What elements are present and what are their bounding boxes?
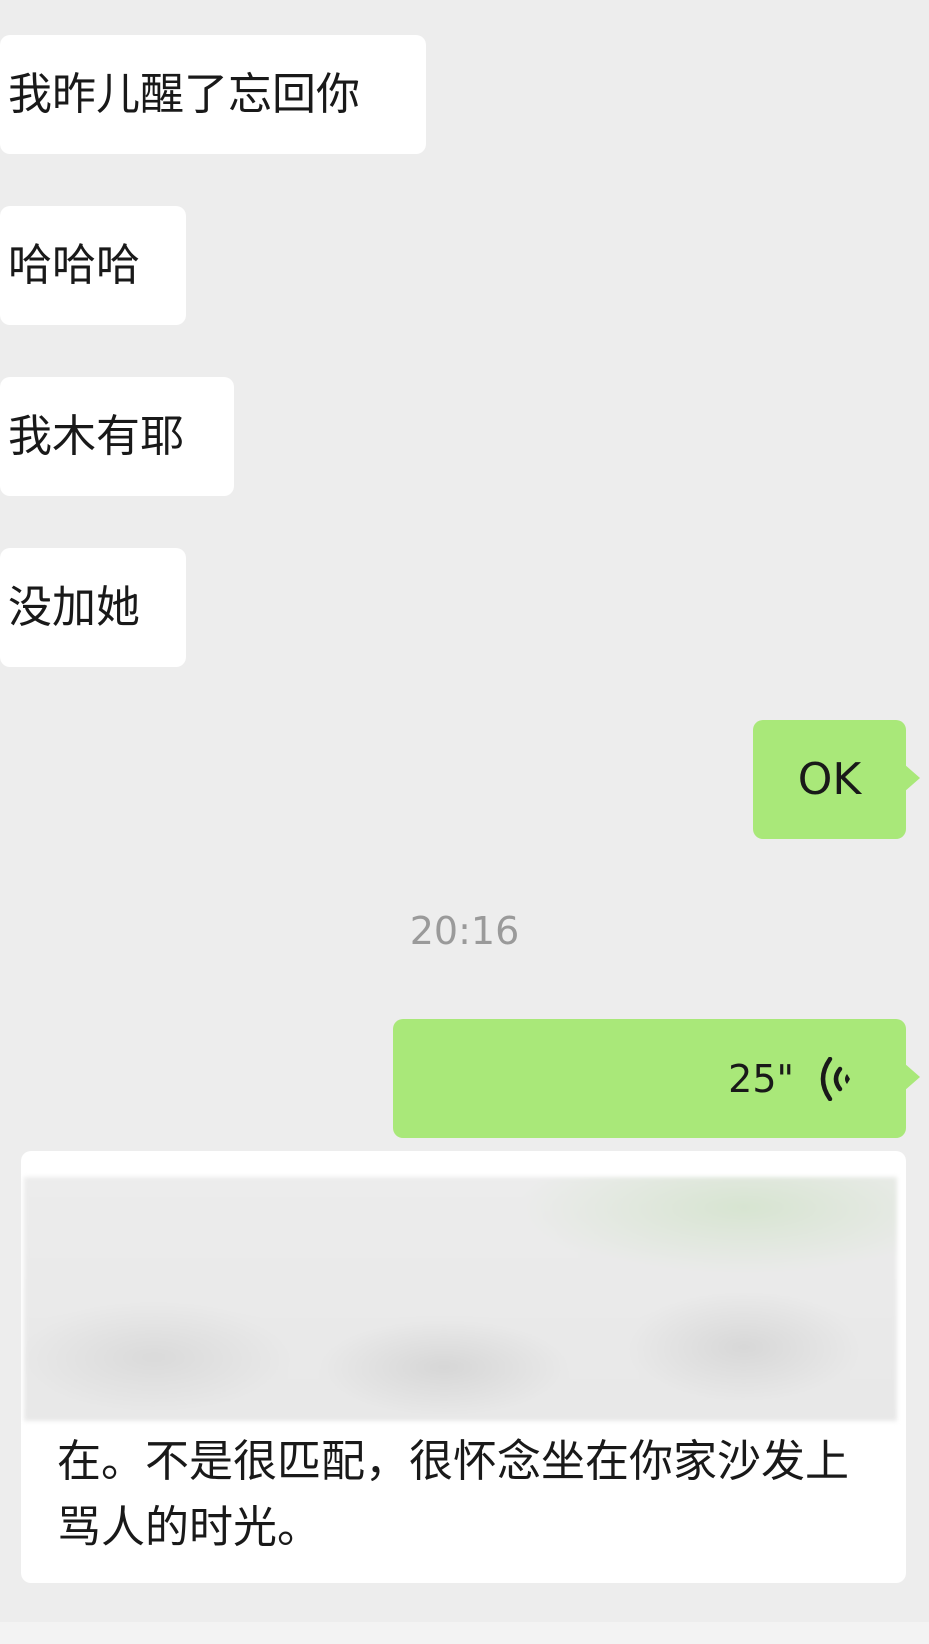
- bottom-edge: [0, 1622, 929, 1644]
- bubble-tail: [904, 1063, 920, 1091]
- voice-wave-icon: [820, 1056, 850, 1101]
- incoming-message-bubble[interactable]: 我木有耶: [0, 377, 234, 496]
- incoming-message-bubble[interactable]: 哈哈哈: [0, 206, 186, 325]
- blurred-image: [24, 1177, 897, 1421]
- voice-duration: 25": [728, 1056, 794, 1101]
- bubble-tail: [904, 764, 920, 792]
- message-timestamp: 20:16: [409, 909, 520, 953]
- voice-message-bubble[interactable]: 25": [393, 1019, 920, 1138]
- message-text: 没加她: [8, 581, 140, 633]
- incoming-message-bubble[interactable]: 没加她: [0, 548, 186, 667]
- card-text: 在。不是很匹配，很怀念坐在你家沙发上骂人的时光。: [57, 1436, 849, 1553]
- message-text: 我木有耶: [8, 410, 184, 462]
- message-text: OK: [797, 753, 862, 805]
- incoming-message-bubble[interactable]: 我昨儿醒了忘回你: [0, 35, 426, 154]
- quoted-card[interactable]: 在。不是很匹配，很怀念坐在你家沙发上骂人的时光。: [21, 1151, 906, 1583]
- message-text: 哈哈哈: [8, 239, 140, 291]
- message-text: 我昨儿醒了忘回你: [8, 68, 360, 120]
- outgoing-message-bubble[interactable]: OK: [753, 720, 920, 839]
